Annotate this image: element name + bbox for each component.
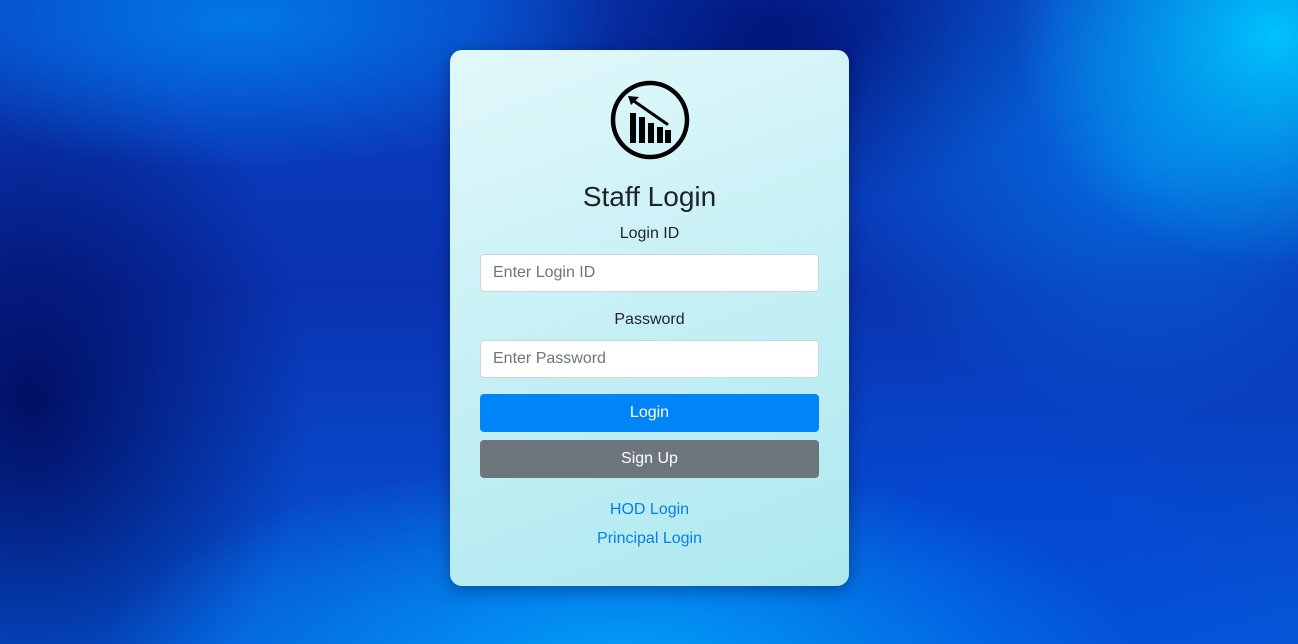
signup-button[interactable]: Sign Up <box>480 440 819 478</box>
password-field[interactable] <box>480 340 819 378</box>
login-button[interactable]: Login <box>480 394 819 432</box>
password-label: Password <box>614 311 685 328</box>
bar-chart-trend-icon <box>610 80 690 160</box>
hod-login-link-row: HOD Login <box>450 500 849 520</box>
principal-login-link[interactable]: Principal Login <box>597 530 702 547</box>
hod-login-link[interactable]: HOD Login <box>610 501 689 518</box>
login-id-label: Login ID <box>619 225 680 242</box>
page-title: Staff Login <box>582 181 717 212</box>
login-card: Staff Login Login ID Password Login Sign… <box>450 50 849 586</box>
login-id-field[interactable] <box>480 254 819 292</box>
principal-login-link-row: Principal Login <box>450 529 849 549</box>
